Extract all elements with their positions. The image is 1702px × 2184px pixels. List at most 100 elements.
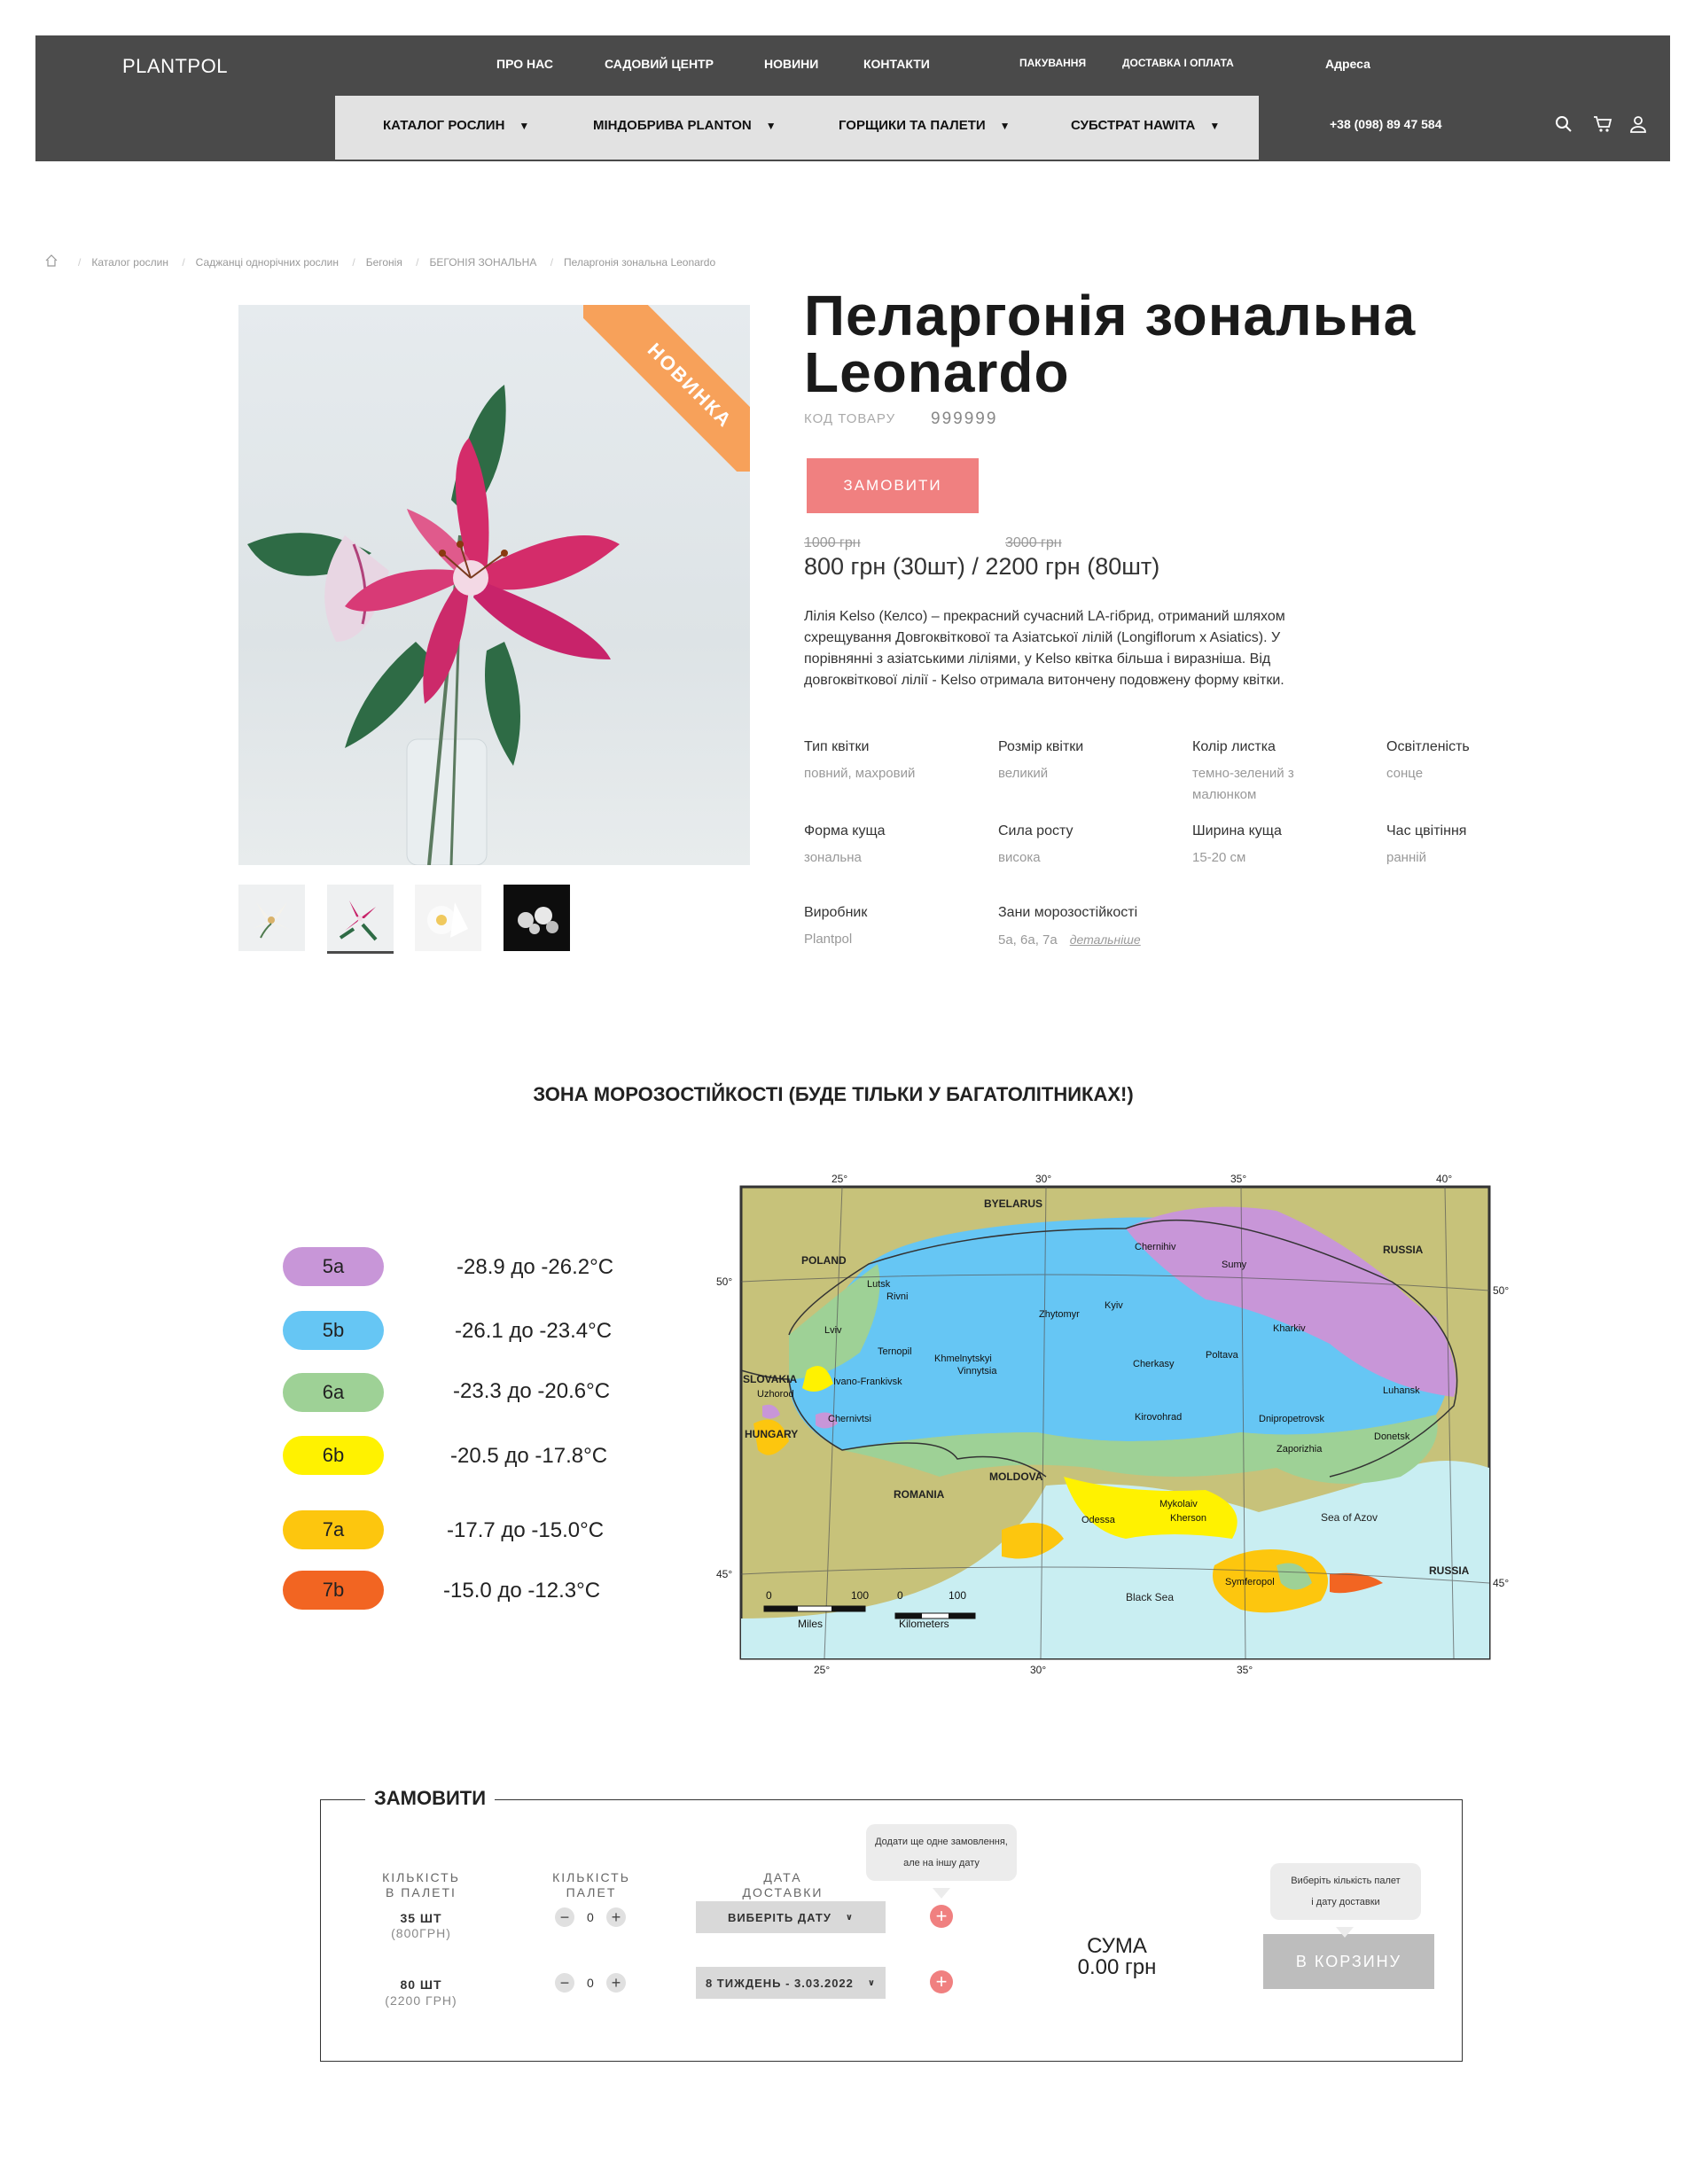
attr-label: Ширина куща [1192,823,1282,838]
thumbnail-selected[interactable] [327,885,394,954]
cart-icon[interactable] [1592,113,1613,135]
search-icon[interactable] [1553,113,1574,135]
tooltip-arrow [1336,1927,1354,1938]
plus-stepper-button[interactable]: + [606,1907,626,1927]
dropdown-triangle-icon: ▼ [519,120,530,132]
map-scale: 0 [897,1589,903,1602]
logo[interactable]: PLANTPOL [122,55,228,78]
date-select-value: 8 ТИЖДЕНЬ - 3.03.2022 [705,1976,854,1990]
pallet-count[interactable]: 0 [587,1910,594,1924]
add-order-button[interactable]: + [930,1970,953,1993]
product-title-line2: Leonardo [804,340,1070,404]
zone-pill-7b: 7b [283,1571,384,1610]
add-to-cart-button[interactable]: В КОРЗИНУ [1263,1934,1434,1989]
map-city: Khmelnytskyi [934,1353,992,1364]
home-icon[interactable] [44,254,59,268]
map-city: Chernihiv [1135,1242,1176,1252]
menu-catalog[interactable]: КАТАЛОГ РОСЛИН ▼ [383,118,529,133]
map-city: Kherson [1170,1513,1206,1524]
breadcrumb-item[interactable]: Саджанці однорічних рослин [196,256,339,269]
zone-pill-5b: 5b [283,1311,384,1350]
pallet-count[interactable]: 0 [587,1976,594,1990]
attr-label: Розмір квітки [998,739,1084,754]
order-button[interactable]: ЗАМОВИТИ [807,458,979,513]
map-city: Kharkiv [1273,1323,1306,1334]
attr-value-zones: 5а, 6а, 7а детальніше [998,929,1141,951]
attr-value: Plantpol [804,932,853,947]
add-order-tooltip: Додати ще одне замовлення, але на іншу да… [866,1824,1017,1881]
sku-value: 999999 [931,410,998,428]
zone-range: -17.7 до -15.0°C [447,1518,605,1542]
map-scale: 0 [766,1589,772,1602]
nav-delivery[interactable]: ДОСТАВКА І ОПЛАТА [1122,57,1234,69]
map-lat-label: 50° [716,1275,732,1288]
attr-value: сонце [1386,766,1424,781]
add-order-button[interactable]: + [930,1905,953,1928]
col-qty-per-pallet: КІЛЬКІСТЬ В ПАЛЕТІ [372,1870,470,1900]
yellow-white-flower-thumbnail [427,902,468,938]
minus-button[interactable]: − [555,1907,574,1927]
date-select[interactable]: ВИБЕРІТЬ ДАТУ ∨ [696,1901,886,1933]
col-pallets: КІЛЬКІСТЬ ПАЛЕТ [543,1870,640,1900]
map-country: BYELARUS [984,1197,1042,1210]
map-sea: Sea of Azov [1321,1511,1378,1524]
sum-label: СУМА [1087,1934,1147,1958]
frost-zone-heading: ЗОНА МОРОЗОСТІЙКОСТІ (БУДЕ ТІЛЬКИ У БАГА… [533,1083,1134,1105]
sum-value: 0.00 грн [1077,1955,1157,1979]
old-price-80: 3000 грн [1005,535,1062,550]
map-city: Kyiv [1105,1300,1123,1311]
menu-fertilizers-label: МІНДОБРИВА PLANTON [593,118,752,133]
user-icon[interactable] [1628,113,1649,135]
map-city: Mykolaiv [1159,1499,1198,1509]
breadcrumb: / Каталог рослин / Саджанці однорічних рос… [78,256,716,269]
attr-value: зональна [804,850,862,865]
menu-pots[interactable]: ГОРЩИКИ ТА ПАЛЕТИ ▼ [839,118,1011,133]
nav-news[interactable]: НОВИНИ [764,57,818,71]
tooltip-line: Додати ще одне замовлення, [875,1837,1008,1847]
map-lon-label: 30° [1030,1664,1046,1676]
breadcrumb-item[interactable]: Бегонія [366,256,402,269]
nav-packaging[interactable]: ПАКУВАННЯ [1019,57,1086,69]
map-city: Symferopol [1225,1577,1275,1587]
zone-pill-7a: 7a [283,1510,384,1549]
old-price-30: 1000 грн [804,535,861,550]
map-country: MOLDOVA [989,1470,1043,1483]
tooltip-line: і дату доставки [1311,1897,1380,1907]
nav-garden-center[interactable]: САДОВИЙ ЦЕНТР [605,57,714,71]
menu-fertilizers[interactable]: МІНДОБРИВА PLANTON ▼ [593,118,777,133]
breadcrumb-item[interactable]: БЕГОНІЯ ЗОНАЛЬНА [430,256,537,269]
zone-pill-5a: 5a [283,1247,384,1286]
menu-substrate[interactable]: СУБСТРАТ HAWITA ▼ [1071,118,1220,133]
map-scale: Miles [798,1618,823,1630]
attr-value: ранній [1386,850,1426,865]
map-city: Donetsk [1374,1431,1410,1442]
thumbnail[interactable] [238,885,305,951]
header-phone[interactable]: +38 (098) 89 47 584 [1330,117,1442,131]
minus-button[interactable]: − [555,1973,574,1993]
nav-address[interactable]: Адреса [1325,57,1370,71]
map-country: POLAND [801,1254,847,1267]
attr-value: великий [998,766,1049,781]
tooltip-arrow [933,1888,950,1899]
attr-label: Зани морозостійкості [998,905,1138,920]
col-header-line: КІЛЬКІСТЬ [552,1870,630,1884]
breadcrumb-current: Пеларгонія зональна Leonardo [564,256,716,269]
nav-about[interactable]: ПРО НАС [496,57,553,71]
map-city: Poltava [1206,1350,1239,1361]
col-header-line: В ПАЛЕТІ [386,1885,457,1899]
map-country: RUSSIA [1429,1564,1470,1577]
map-city: Luhansk [1383,1385,1420,1396]
attr-value: 5а, 6а, 7а [998,932,1058,948]
menu-substrate-label: СУБСТРАТ HAWITA [1071,118,1196,133]
plus-stepper-button[interactable]: + [606,1973,626,1993]
thumbnail[interactable] [415,885,481,951]
map-lon-label: 25° [814,1664,830,1676]
thumbnail[interactable] [504,885,570,951]
date-select[interactable]: 8 ТИЖДЕНЬ - 3.03.2022 ∨ [696,1967,886,1999]
details-link[interactable]: детальніше [1070,932,1141,947]
nav-contacts[interactable]: КОНТАКТИ [863,57,930,71]
attr-value: 15-20 см [1192,850,1246,865]
menu-catalog-label: КАТАЛОГ РОСЛИН [383,118,505,133]
chevron-down-icon: ∨ [867,1977,877,1988]
breadcrumb-item[interactable]: Каталог рослин [91,256,168,269]
